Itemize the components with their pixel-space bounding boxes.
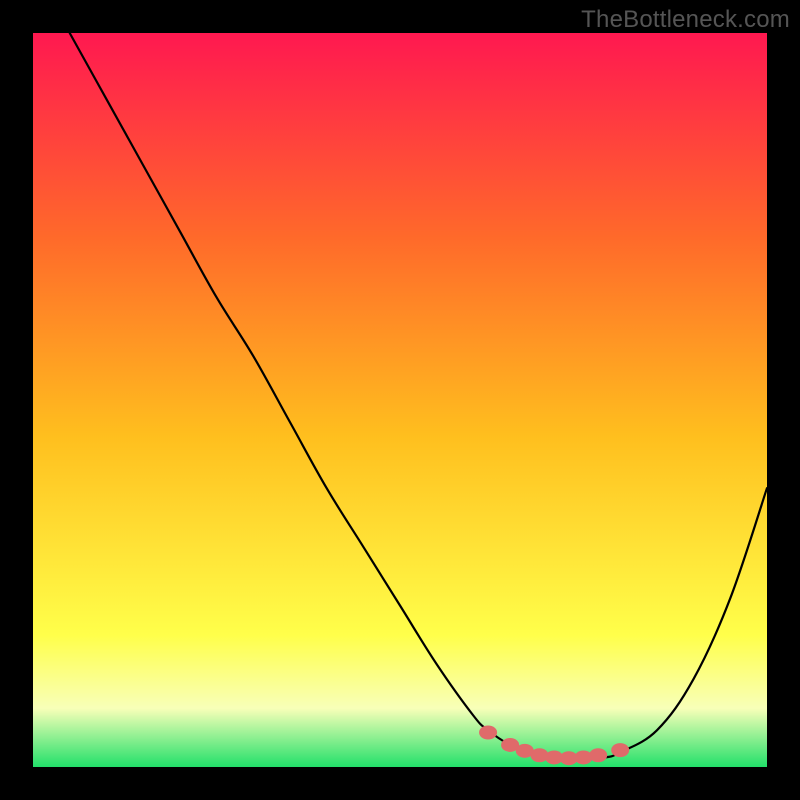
bottleneck-chart [33,33,767,767]
optimal-marker [611,743,629,757]
chart-frame: TheBottleneck.com [0,0,800,800]
bottleneck-curve [70,33,767,760]
watermark-text: TheBottleneck.com [581,6,790,34]
optimal-marker [589,748,607,762]
optimal-marker [479,726,497,740]
curve-layer [33,33,767,767]
